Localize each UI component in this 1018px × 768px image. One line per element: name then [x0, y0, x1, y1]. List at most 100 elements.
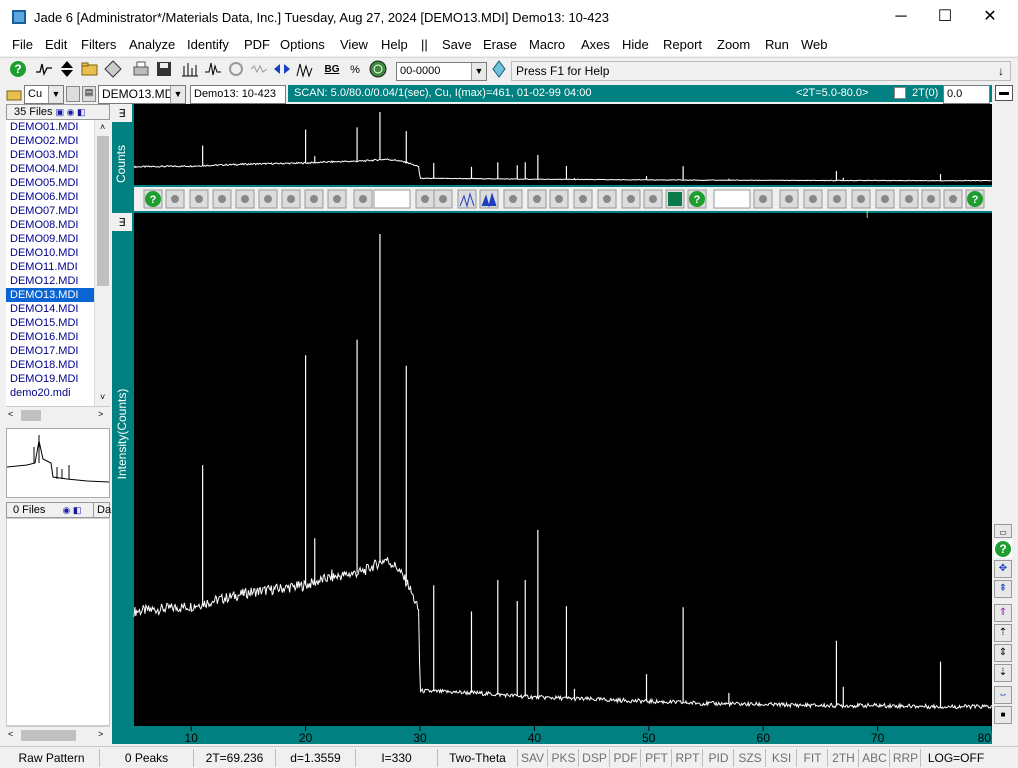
- value-box[interactable]: [353, 189, 373, 209]
- ka2-icon[interactable]: [573, 189, 593, 209]
- pan-icon[interactable]: ⇔: [994, 686, 1012, 704]
- file-list-item[interactable]: DEMO19.MDI: [6, 372, 94, 386]
- arrows-icon[interactable]: [272, 60, 292, 80]
- file-view-icons[interactable]: ▣ ◉ ◧: [56, 107, 86, 117]
- status-cell-ksi[interactable]: KSI: [767, 749, 797, 767]
- magnifier-icon[interactable]: [433, 189, 453, 209]
- file-list-item[interactable]: DEMO03.MDI: [6, 148, 94, 162]
- status-cell-abc[interactable]: ABC: [860, 749, 890, 767]
- peaks-icon[interactable]: [295, 60, 315, 80]
- contract-icon[interactable]: [851, 189, 871, 209]
- scroll-left-icon[interactable]: ˂: [8, 409, 13, 419]
- bars-icon[interactable]: [643, 189, 663, 209]
- target-icon[interactable]: [943, 189, 963, 209]
- status-cell-pdf[interactable]: PDF: [611, 749, 641, 767]
- lower-hscroll-thumb[interactable]: [21, 730, 76, 741]
- thumbnail-preview[interactable]: [6, 428, 110, 498]
- status-cell-rpt[interactable]: RPT: [673, 749, 703, 767]
- file-list-item[interactable]: DEMO17.MDI: [6, 344, 94, 358]
- hist-icon[interactable]: [899, 189, 919, 209]
- menu-file[interactable]: File: [12, 37, 33, 52]
- circle-icon[interactable]: [165, 189, 185, 209]
- status-cell-dsp[interactable]: DSP: [580, 749, 610, 767]
- chart-help-icon-2[interactable]: ?: [687, 189, 707, 209]
- hint-arrow-icon[interactable]: ↓: [998, 62, 1004, 80]
- file-list-item[interactable]: DEMO12.MDI: [6, 274, 94, 288]
- dropdown-box[interactable]: [713, 189, 751, 209]
- up-down-icon[interactable]: [258, 189, 278, 209]
- status-cell-sav[interactable]: SAV: [518, 749, 548, 767]
- pdf-number-combo[interactable]: 00-0000 ▼: [396, 62, 487, 81]
- scroll-up-icon[interactable]: ˄: [100, 122, 105, 132]
- pattern-id-field[interactable]: Demo13: 10-423: [190, 85, 286, 104]
- left-right-icon[interactable]: [235, 189, 255, 209]
- top-icon[interactable]: ⇡: [994, 624, 1012, 642]
- file-list-item[interactable]: DEMO16.MDI: [6, 330, 94, 344]
- square-icon[interactable]: ■: [994, 706, 1012, 724]
- input-box[interactable]: [373, 189, 411, 209]
- be-icon[interactable]: [503, 189, 523, 209]
- pattern-icon[interactable]: [34, 60, 54, 80]
- file-list-item[interactable]: DEMO09.MDI: [6, 232, 94, 246]
- menu-web[interactable]: Web: [801, 37, 828, 52]
- collapse-icon[interactable]: [327, 189, 347, 209]
- menu-report[interactable]: Report: [663, 37, 702, 52]
- zoom-cursor-icon[interactable]: [415, 189, 435, 209]
- lower-scroll-left-icon[interactable]: ˂: [8, 729, 13, 739]
- bottom-icon[interactable]: ⇣: [994, 664, 1012, 682]
- lower-tab[interactable]: Da: [93, 503, 111, 517]
- lower-hscroll[interactable]: ˂ ˃: [6, 726, 110, 743]
- menu-axes[interactable]: Axes: [581, 37, 610, 52]
- a-icon[interactable]: [621, 189, 641, 209]
- expand-icon[interactable]: ✥: [994, 560, 1012, 578]
- disk-icon[interactable]: [921, 189, 941, 209]
- menu-identify[interactable]: Identify: [187, 37, 229, 52]
- status-cell-2th[interactable]: 2TH: [829, 749, 859, 767]
- chart-help-icon-3[interactable]: ?: [965, 189, 985, 209]
- chart-help-icon[interactable]: ?: [143, 189, 163, 209]
- hscroll-thumb[interactable]: [21, 410, 41, 421]
- maximize-button[interactable]: ☐: [922, 0, 968, 34]
- main-menu-icon[interactable]: ∃: [119, 217, 126, 229]
- status-cell-pft[interactable]: PFT: [642, 749, 672, 767]
- file-list-item[interactable]: DEMO05.MDI: [6, 176, 94, 190]
- c-icon[interactable]: [597, 189, 617, 209]
- open-folder-icon[interactable]: [80, 60, 100, 80]
- file-list-item[interactable]: DEMO10.MDI: [6, 246, 94, 260]
- updown-icon[interactable]: [57, 60, 77, 80]
- pattern-chart[interactable]: ∃ Counts ??? ∃ Intensity(Counts) 10 20 30 4…: [112, 104, 993, 745]
- status-cell-pks[interactable]: PKS: [549, 749, 579, 767]
- menu-analyze[interactable]: Analyze: [129, 37, 175, 52]
- down-icon[interactable]: [803, 189, 823, 209]
- main-plot-bg[interactable]: [134, 213, 992, 726]
- file-list-item[interactable]: DEMO01.MDI: [6, 120, 94, 134]
- scroll-right-icon[interactable]: ˃: [98, 409, 103, 419]
- bar-chart-icon[interactable]: [180, 60, 200, 80]
- diamond-icon[interactable]: [103, 60, 123, 80]
- refresh-icon[interactable]: [226, 60, 246, 80]
- file-list-item[interactable]: demo20.mdi: [6, 386, 94, 400]
- value-box-2[interactable]: [753, 189, 773, 209]
- file-list-item[interactable]: DEMO13.MDI: [6, 288, 94, 302]
- twotheta0-input[interactable]: 0.0: [943, 85, 990, 104]
- fit-icon[interactable]: [203, 60, 223, 80]
- status-cell-szs[interactable]: SZS: [735, 749, 766, 767]
- menu-options[interactable]: Options: [280, 37, 325, 52]
- menu-erase[interactable]: Erase: [483, 37, 517, 52]
- overview-menu-icon[interactable]: ∃: [119, 108, 126, 120]
- close-button[interactable]: ✕: [967, 0, 1013, 34]
- overview-plot-bg[interactable]: [134, 104, 992, 185]
- wave-icon[interactable]: [249, 60, 269, 80]
- file-list-item[interactable]: DEMO02.MDI: [6, 134, 94, 148]
- file-list-scrollbar[interactable]: ˄ ˅: [94, 120, 111, 406]
- lower-scroll-right-icon[interactable]: ˃: [98, 729, 103, 739]
- file-list-item[interactable]: DEMO08.MDI: [6, 218, 94, 232]
- de-icon[interactable]: [527, 189, 547, 209]
- globe-icon[interactable]: [368, 60, 388, 80]
- right-help-icon[interactable]: ?: [994, 540, 1012, 558]
- multi-peak-icon[interactable]: [549, 189, 569, 209]
- up-icon[interactable]: [779, 189, 799, 209]
- file-list-item[interactable]: DEMO04.MDI: [6, 162, 94, 176]
- file-list-item[interactable]: DEMO18.MDI: [6, 358, 94, 372]
- scale-up-icon[interactable]: ⇑: [994, 604, 1012, 622]
